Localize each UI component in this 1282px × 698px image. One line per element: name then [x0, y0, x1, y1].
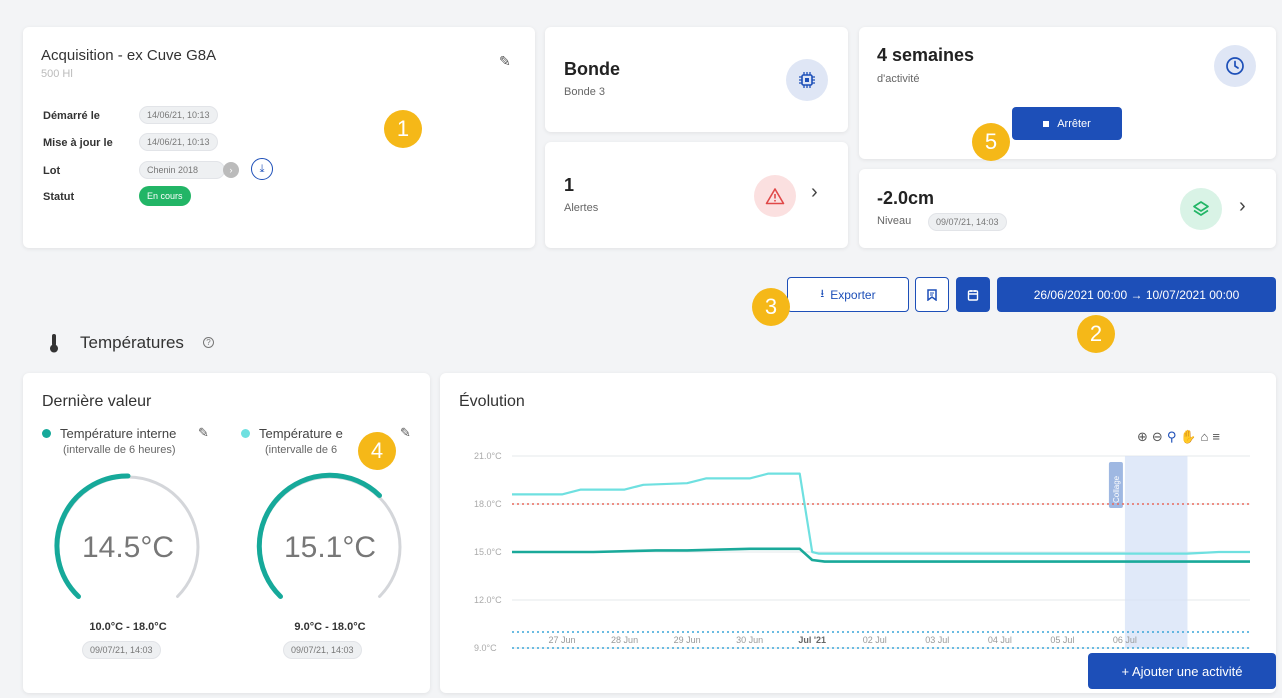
sensor-edit-icon[interactable]: ✎: [400, 425, 411, 441]
alerts-label: Alertes: [564, 202, 599, 214]
export-button[interactable]: ⭳ Exporter: [787, 277, 909, 312]
acquisition-title: Acquisition - ex Cuve G8A: [41, 47, 217, 64]
sensor-dot-icon: [42, 429, 51, 438]
warning-icon: [754, 175, 796, 217]
started-label: Démarré le: [43, 110, 100, 122]
download-icon: ⭳: [820, 288, 825, 300]
stop-square-icon: [1043, 120, 1050, 127]
last-value-title: Dernière valeur: [42, 393, 152, 410]
chart-toolbar: ⊕ ⊖ ⚲ ✋ ⌂ ≡: [1137, 429, 1220, 445]
bonde-card: Bonde Bonde 3: [545, 27, 848, 132]
callout-badge-2: 2: [1077, 315, 1115, 353]
lot-arrow-icon[interactable]: ›: [223, 162, 239, 178]
alerts-count: 1: [564, 175, 575, 195]
sensor-timestamp: 09/07/21, 14:03: [283, 641, 362, 659]
sensor-value: 14.5°C: [81, 531, 175, 564]
callout-badge-5: 5: [972, 123, 1010, 161]
niveau-label: Niveau: [877, 215, 912, 227]
bookmark-icon: [927, 288, 937, 301]
evolution-card: Évolution ⊕ ⊖ ⚲ ✋ ⌂ ≡: [440, 373, 1276, 693]
niveau-value: -2.0cm: [877, 188, 935, 208]
chart-link-icon[interactable]: ⤓: [251, 158, 273, 180]
bonde-subtitle: Bonde 3: [564, 86, 605, 98]
activity-card: 4 semaines d'activité Arrêter: [859, 27, 1276, 159]
pan-hand-icon[interactable]: ✋: [1180, 429, 1196, 445]
lot-label: Lot: [43, 165, 61, 177]
callout-badge-3: 3: [752, 288, 790, 326]
niveau-chevron-right-icon[interactable]: ›: [1239, 195, 1246, 218]
stop-button-label: Arrêter: [1057, 117, 1091, 130]
alerts-card[interactable]: 1 Alertes ›: [545, 142, 848, 248]
last-value-card: Dernière valeur Température interne ✎ (i…: [23, 373, 430, 693]
magnifier-icon[interactable]: ⚲: [1167, 429, 1177, 445]
acquisition-card: Acquisition - ex Cuve G8A 500 Hl ✎ Démar…: [23, 27, 535, 248]
status-badge: En cours: [139, 186, 191, 206]
stop-button[interactable]: Arrêter: [1012, 107, 1122, 140]
sensor-interval: (intervalle de 6 heures): [63, 444, 176, 456]
started-value: 14/06/21, 10:13: [139, 106, 218, 124]
clock-icon: [1214, 45, 1256, 87]
status-label: Statut: [43, 191, 75, 203]
zoom-in-icon[interactable]: ⊕: [1137, 429, 1148, 445]
bonde-title: Bonde: [564, 59, 620, 79]
sensor-range: 10.0°C - 18.0°C: [89, 621, 167, 633]
sensor-dot-icon: [241, 429, 250, 438]
layers-icon: [1180, 188, 1222, 230]
activity-title: 4 semaines: [877, 45, 975, 65]
zoom-out-icon[interactable]: ⊖: [1152, 429, 1163, 445]
sensor-name: Température interne: [60, 426, 177, 441]
date-range-button[interactable]: 26/06/2021 00:00 → 10/07/2021 00:00: [997, 277, 1276, 312]
callout-badge-4: 4: [358, 432, 396, 470]
niveau-card[interactable]: -2.0cm Niveau 09/07/21, 14:03 ›: [859, 169, 1276, 248]
sensor-value: 15.1°C: [283, 531, 377, 564]
niveau-timestamp: 09/07/21, 14:03: [928, 213, 1007, 231]
add-activity-button[interactable]: + Ajouter une activité: [1088, 653, 1276, 689]
alerts-chevron-right-icon[interactable]: ›: [811, 181, 818, 204]
thermometer-icon: [49, 333, 59, 358]
sensor-edit-icon[interactable]: ✎: [198, 425, 209, 441]
calendar-icon: [967, 289, 979, 301]
acquisition-subtitle: 500 Hl: [41, 68, 73, 80]
edit-icon[interactable]: ✎: [499, 53, 511, 70]
callout-badge-1: 1: [384, 110, 422, 148]
sensor-interval: (intervalle de 6: [265, 444, 338, 456]
home-icon[interactable]: ⌂: [1201, 429, 1209, 445]
calendar-button[interactable]: [956, 277, 990, 312]
sensor-name: Température e: [259, 426, 343, 441]
bookmark-button[interactable]: [915, 277, 949, 312]
activity-subtitle: d'activité: [877, 73, 920, 85]
sensor-timestamp: 09/07/21, 14:03: [82, 641, 161, 659]
sensor-range: 9.0°C - 18.0°C: [294, 621, 366, 633]
evolution-title: Évolution: [459, 393, 525, 410]
help-icon[interactable]: ?: [203, 337, 214, 348]
section-title: Températures: [80, 333, 184, 352]
updated-value: 14/06/21, 10:13: [139, 133, 218, 151]
export-button-label: Exporter: [830, 287, 876, 302]
chip-icon: [786, 59, 828, 101]
menu-icon[interactable]: ≡: [1212, 429, 1220, 445]
updated-label: Mise à jour le: [43, 137, 113, 149]
lot-value[interactable]: Chenin 2018: [139, 161, 226, 179]
